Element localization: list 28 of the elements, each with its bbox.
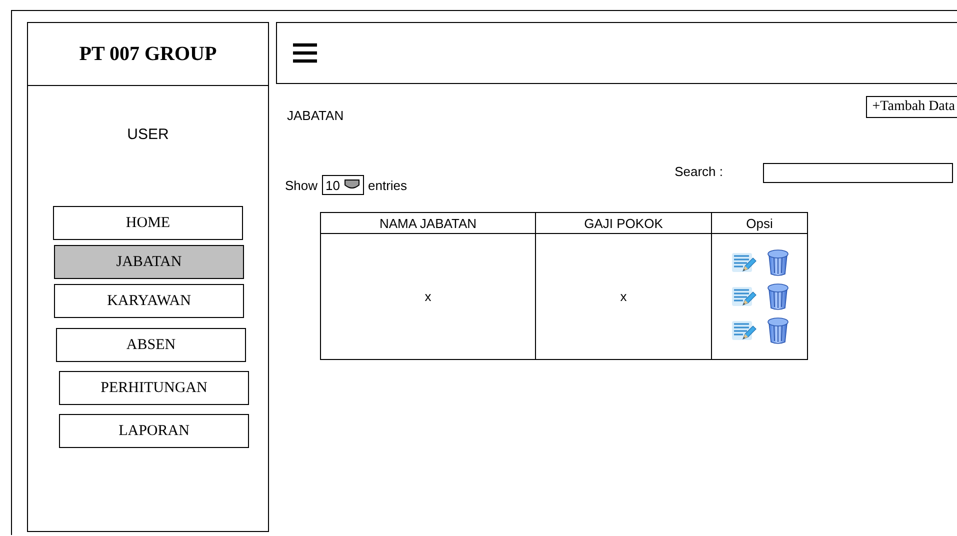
trash-icon[interactable]: [766, 282, 788, 310]
entries-select[interactable]: 10: [322, 175, 364, 195]
trash-icon[interactable]: [766, 316, 788, 344]
column-header: NAMA JABATAN: [320, 212, 536, 234]
search-label: Search :: [674, 164, 723, 179]
show-label: Show: [285, 178, 318, 192]
search-field[interactable]: [763, 163, 953, 183]
menu-icon[interactable]: [291, 42, 319, 64]
edit-icon[interactable]: [730, 252, 756, 274]
table-cell: x: [320, 234, 536, 360]
edit-icon[interactable]: [730, 286, 756, 308]
nav-button[interactable]: ABSEN: [56, 328, 246, 362]
trash-icon[interactable]: [766, 248, 788, 276]
column-header: GAJI POKOK: [536, 212, 712, 234]
nav-button[interactable]: JABATAN: [54, 245, 244, 279]
column-header: Opsi: [712, 212, 808, 234]
dropdown-arrow-icon: [344, 179, 360, 191]
nav-button[interactable]: KARYAWAN: [54, 284, 244, 318]
edit-icon[interactable]: [730, 320, 756, 342]
user-label: USER: [127, 126, 169, 143]
nav-button[interactable]: PERHITUNGAN: [59, 371, 249, 405]
entries-label: entries: [368, 178, 408, 192]
nav-button[interactable]: LAPORAN: [59, 414, 249, 448]
brand-title: PT 007 GROUP: [79, 42, 217, 66]
page-title: JABATAN: [287, 108, 344, 123]
add-data-button[interactable]: +Tambah Data: [866, 96, 957, 118]
table-cell: x: [536, 234, 712, 360]
nav-button[interactable]: HOME: [53, 206, 243, 240]
